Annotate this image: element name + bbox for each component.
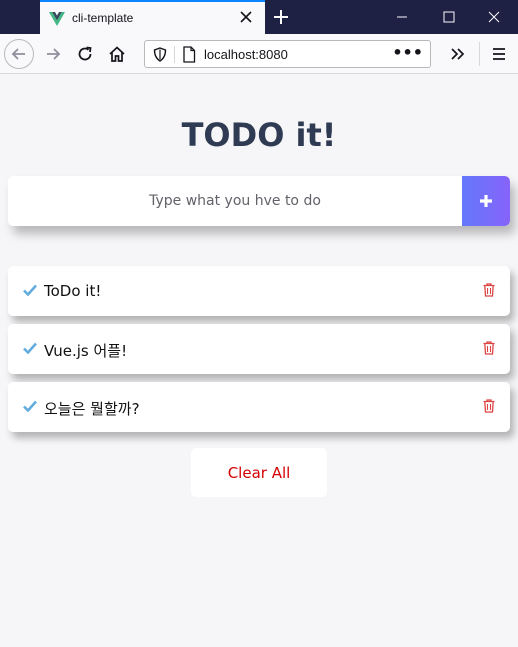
home-button[interactable]: [102, 39, 132, 69]
close-window-icon[interactable]: [484, 7, 504, 27]
todo-text: Vue.js 어플!: [44, 342, 128, 360]
maximize-window-icon[interactable]: [439, 7, 459, 27]
trash-icon[interactable]: [483, 341, 495, 355]
url-text[interactable]: localhost:8080: [204, 47, 288, 62]
close-tab-icon[interactable]: [238, 9, 254, 25]
check-icon[interactable]: [23, 400, 37, 412]
todo-item[interactable]: 오늘은 뭘할까?: [8, 382, 510, 432]
app-title: TODO it!: [181, 116, 337, 154]
add-todo-button[interactable]: [462, 176, 510, 226]
todo-text: ToDo it!: [44, 282, 102, 300]
navbar-divider: [479, 42, 480, 66]
page-actions-menu-button[interactable]: •••: [392, 43, 423, 62]
back-button[interactable]: [4, 39, 34, 69]
chevrons-right-icon: [451, 48, 465, 60]
url-bar[interactable]: localhost:8080 •••: [144, 40, 431, 68]
todo-text: 오늘은 뭘할까?: [44, 400, 140, 418]
check-icon[interactable]: [23, 342, 37, 354]
todo-item[interactable]: Vue.js 어플!: [8, 324, 510, 374]
todo-list: ToDo it! Vue.js 어플! 오늘은 뭘할까?: [8, 266, 510, 440]
new-tab-icon[interactable]: [270, 6, 292, 28]
todo-input[interactable]: [8, 176, 462, 226]
forward-arrow-icon: [47, 48, 61, 60]
vue-logo-icon: [49, 12, 65, 26]
check-icon[interactable]: [23, 284, 37, 296]
trash-icon[interactable]: [483, 283, 495, 297]
plus-icon: [480, 195, 492, 207]
page-info-icon[interactable]: [182, 46, 196, 63]
reload-button[interactable]: [70, 39, 100, 69]
hamburger-menu-icon: [493, 48, 505, 60]
reload-icon: [78, 46, 92, 61]
todo-input-container: [8, 176, 510, 226]
clear-all-button[interactable]: Clear All: [191, 448, 327, 497]
minimize-window-icon[interactable]: [392, 7, 412, 27]
browser-titlebar: cli-template: [0, 0, 518, 34]
todo-item[interactable]: ToDo it!: [8, 266, 510, 316]
overflow-menu-button[interactable]: [443, 39, 473, 69]
urlbar-divider: [174, 46, 175, 63]
back-arrow-icon: [11, 48, 25, 60]
trash-icon[interactable]: [483, 399, 495, 413]
tracking-protection-shield-icon[interactable]: [153, 47, 167, 62]
browser-tab-active[interactable]: cli-template: [40, 0, 265, 34]
home-icon: [109, 46, 125, 62]
tab-title: cli-template: [72, 11, 134, 25]
forward-button[interactable]: [38, 39, 68, 69]
browser-navbar: localhost:8080 •••: [0, 34, 518, 74]
app-menu-button[interactable]: [484, 39, 514, 69]
